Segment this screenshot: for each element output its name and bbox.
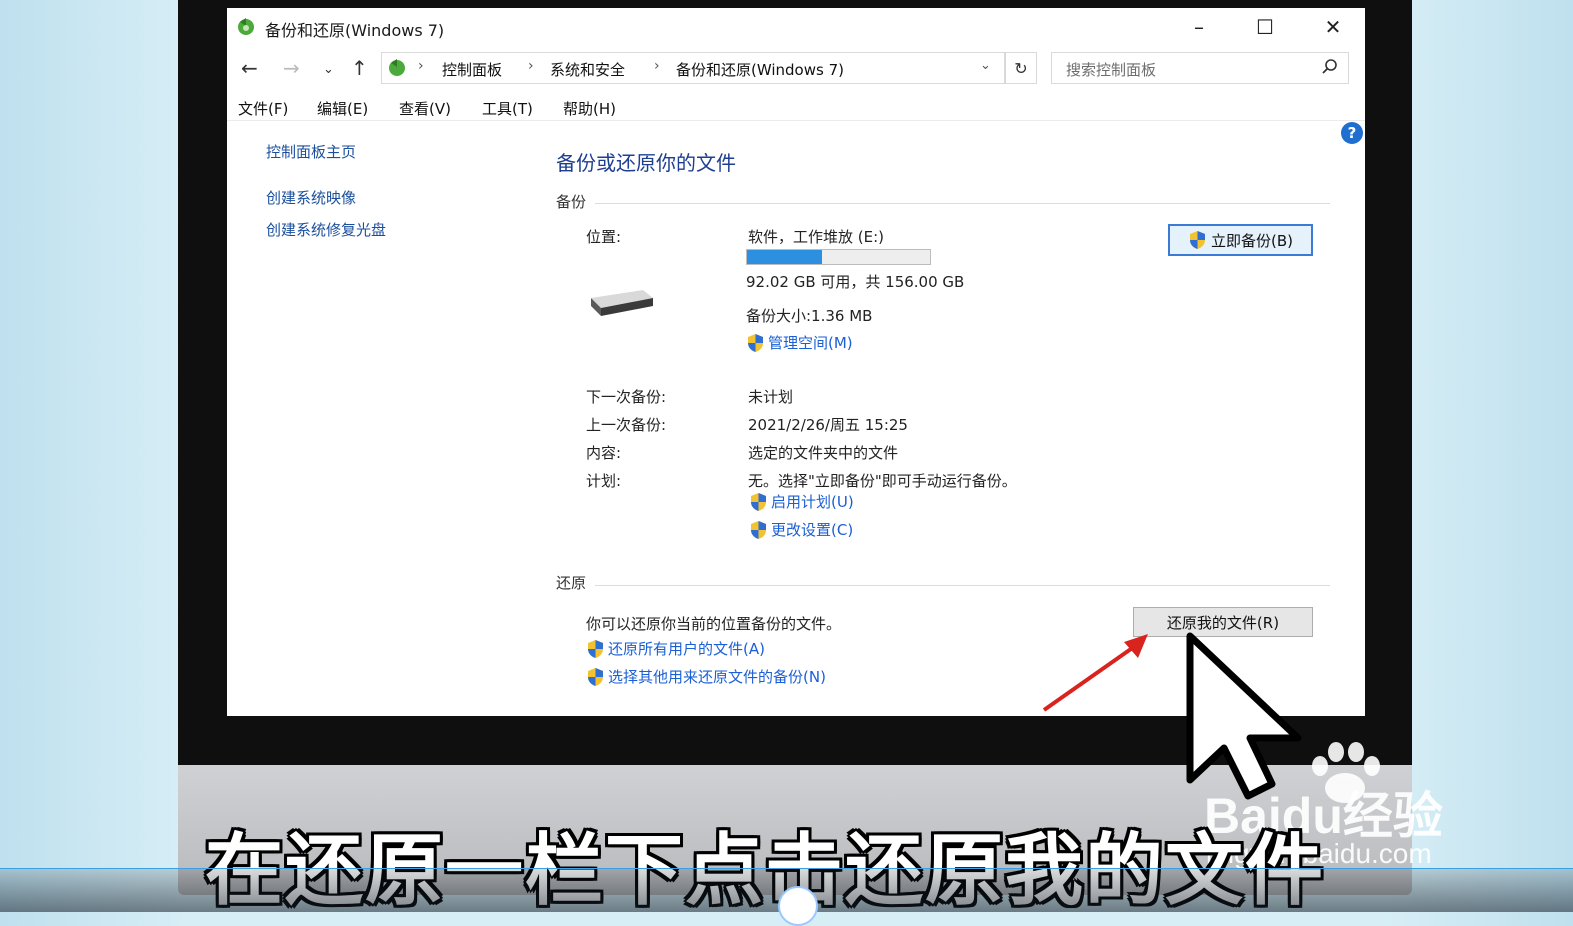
refresh-icon: ↻ <box>1014 58 1028 78</box>
contents-label: 内容: <box>586 444 622 462</box>
search-input[interactable]: 搜索控制面板 <box>1051 52 1349 84</box>
uac-shield-icon <box>748 333 763 352</box>
hard-drive-icon <box>591 290 653 316</box>
backup-section-line <box>595 203 1330 204</box>
menu-tools[interactable]: 工具(T) <box>482 98 533 119</box>
restore-section-title: 还原 <box>556 574 587 592</box>
page-title: 备份或还原你的文件 <box>556 151 736 175</box>
breadcrumb-separator-icon: › <box>528 58 534 74</box>
back-arrow-icon[interactable]: ← <box>241 56 258 80</box>
contents-value: 选定的文件夹中的文件 <box>748 444 899 462</box>
minimize-button[interactable]: – <box>1176 12 1222 42</box>
window-title: 备份和还原(Windows 7) <box>265 21 445 40</box>
restore-all-users-label: 还原所有用户的文件(A) <box>608 640 765 658</box>
restore-all-users-link[interactable]: 还原所有用户的文件(A) <box>586 638 765 659</box>
disk-space-text: 92.02 GB 可用，共 156.00 GB <box>746 273 965 291</box>
change-settings-label: 更改设置(C) <box>771 521 854 539</box>
maximize-button[interactable]: ☐ <box>1242 12 1288 42</box>
backup-now-label: 立即备份(B) <box>1211 231 1293 250</box>
forward-arrow-icon[interactable]: → <box>283 56 300 80</box>
help-icon[interactable]: ? <box>1341 122 1363 144</box>
breadcrumb-separator-icon: › <box>418 58 424 74</box>
breadcrumb-control-panel[interactable]: 控制面板 <box>442 59 502 80</box>
last-backup-value: 2021/2/26/周五 15:25 <box>748 416 908 434</box>
backup-app-icon <box>238 18 254 35</box>
sidebar-create-system-image[interactable]: 创建系统映像 <box>266 187 356 208</box>
change-settings-link[interactable]: 更改设置(C) <box>749 519 853 540</box>
last-backup-label: 上一次备份: <box>586 416 667 434</box>
search-placeholder: 搜索控制面板 <box>1066 61 1157 79</box>
menu-divider <box>227 120 1365 121</box>
minimize-icon: – <box>1194 15 1204 39</box>
backup-now-button[interactable]: 立即备份(B) <box>1168 224 1313 256</box>
uac-shield-icon <box>751 520 766 539</box>
backup-restore-window: 备份和还原(Windows 7) – ☐ ✕ ← → ⌄ ↑ › 控制面板 › … <box>227 8 1365 716</box>
recent-chevron-icon[interactable]: ⌄ <box>323 62 334 77</box>
location-value: 软件，工作堆放 (E:) <box>748 228 885 246</box>
maximize-icon: ☐ <box>1256 15 1274 39</box>
sidebar-create-repair-disc[interactable]: 创建系统修复光盘 <box>266 219 386 240</box>
refresh-button[interactable]: ↻ <box>1005 52 1037 84</box>
manage-space-link[interactable]: 管理空间(M) <box>746 332 853 353</box>
up-arrow-icon[interactable]: ↑ <box>351 56 368 80</box>
select-other-backup-label: 选择其他用来还原文件的备份(N) <box>608 668 826 686</box>
enable-schedule-label: 启用计划(U) <box>771 493 854 511</box>
address-bar[interactable]: › 控制面板 › 系统和安全 › 备份和还原(Windows 7) ⌄ <box>381 52 1005 84</box>
red-pointer-arrow-icon <box>1042 634 1148 712</box>
breadcrumb-separator-icon: › <box>654 58 660 74</box>
close-button[interactable]: ✕ <box>1310 12 1356 42</box>
title-bar: 备份和还原(Windows 7) – ☐ ✕ <box>227 8 1365 46</box>
menu-file[interactable]: 文件(F) <box>238 98 288 119</box>
breadcrumb-backup-restore[interactable]: 备份和还原(Windows 7) <box>676 59 844 80</box>
breadcrumb-system-security[interactable]: 系统和安全 <box>550 59 625 80</box>
next-backup-value: 未计划 <box>748 388 794 406</box>
menu-edit[interactable]: 编辑(E) <box>317 98 368 119</box>
schedule-value: 无。选择"立即备份"即可手动运行备份。 <box>748 472 1017 490</box>
backup-section-title: 备份 <box>556 193 587 211</box>
manage-space-label: 管理空间(M) <box>768 334 853 352</box>
menu-bar: 文件(F) 编辑(E) 查看(V) 工具(T) 帮助(H) <box>227 94 1365 120</box>
video-progress-line[interactable] <box>0 868 1573 869</box>
menu-help[interactable]: 帮助(H) <box>563 98 616 119</box>
enable-schedule-link[interactable]: 启用计划(U) <box>749 491 854 512</box>
play-button-icon[interactable] <box>778 886 818 926</box>
backup-size-text: 备份大小:1.36 MB <box>746 307 873 325</box>
uac-shield-icon <box>588 667 603 686</box>
control-panel-icon <box>389 59 405 76</box>
select-other-backup-link[interactable]: 选择其他用来还原文件的备份(N) <box>586 666 826 687</box>
uac-shield-icon <box>588 639 603 658</box>
menu-view[interactable]: 查看(V) <box>399 98 451 119</box>
address-dropdown-icon[interactable]: ⌄ <box>980 58 991 73</box>
sidebar-control-panel-home[interactable]: 控制面板主页 <box>266 141 356 162</box>
search-icon <box>1322 59 1337 74</box>
uac-shield-icon <box>751 492 766 511</box>
uac-shield-icon <box>1190 231 1205 249</box>
location-label: 位置: <box>586 228 622 246</box>
schedule-label: 计划: <box>586 472 622 490</box>
disk-usage-fill <box>747 250 823 264</box>
close-icon: ✕ <box>1324 15 1342 39</box>
restore-section-line <box>595 585 1330 586</box>
disk-usage-bar <box>746 249 931 265</box>
restore-description: 你可以还原你当前的位置备份的文件。 <box>586 615 842 633</box>
next-backup-label: 下一次备份: <box>586 388 667 406</box>
